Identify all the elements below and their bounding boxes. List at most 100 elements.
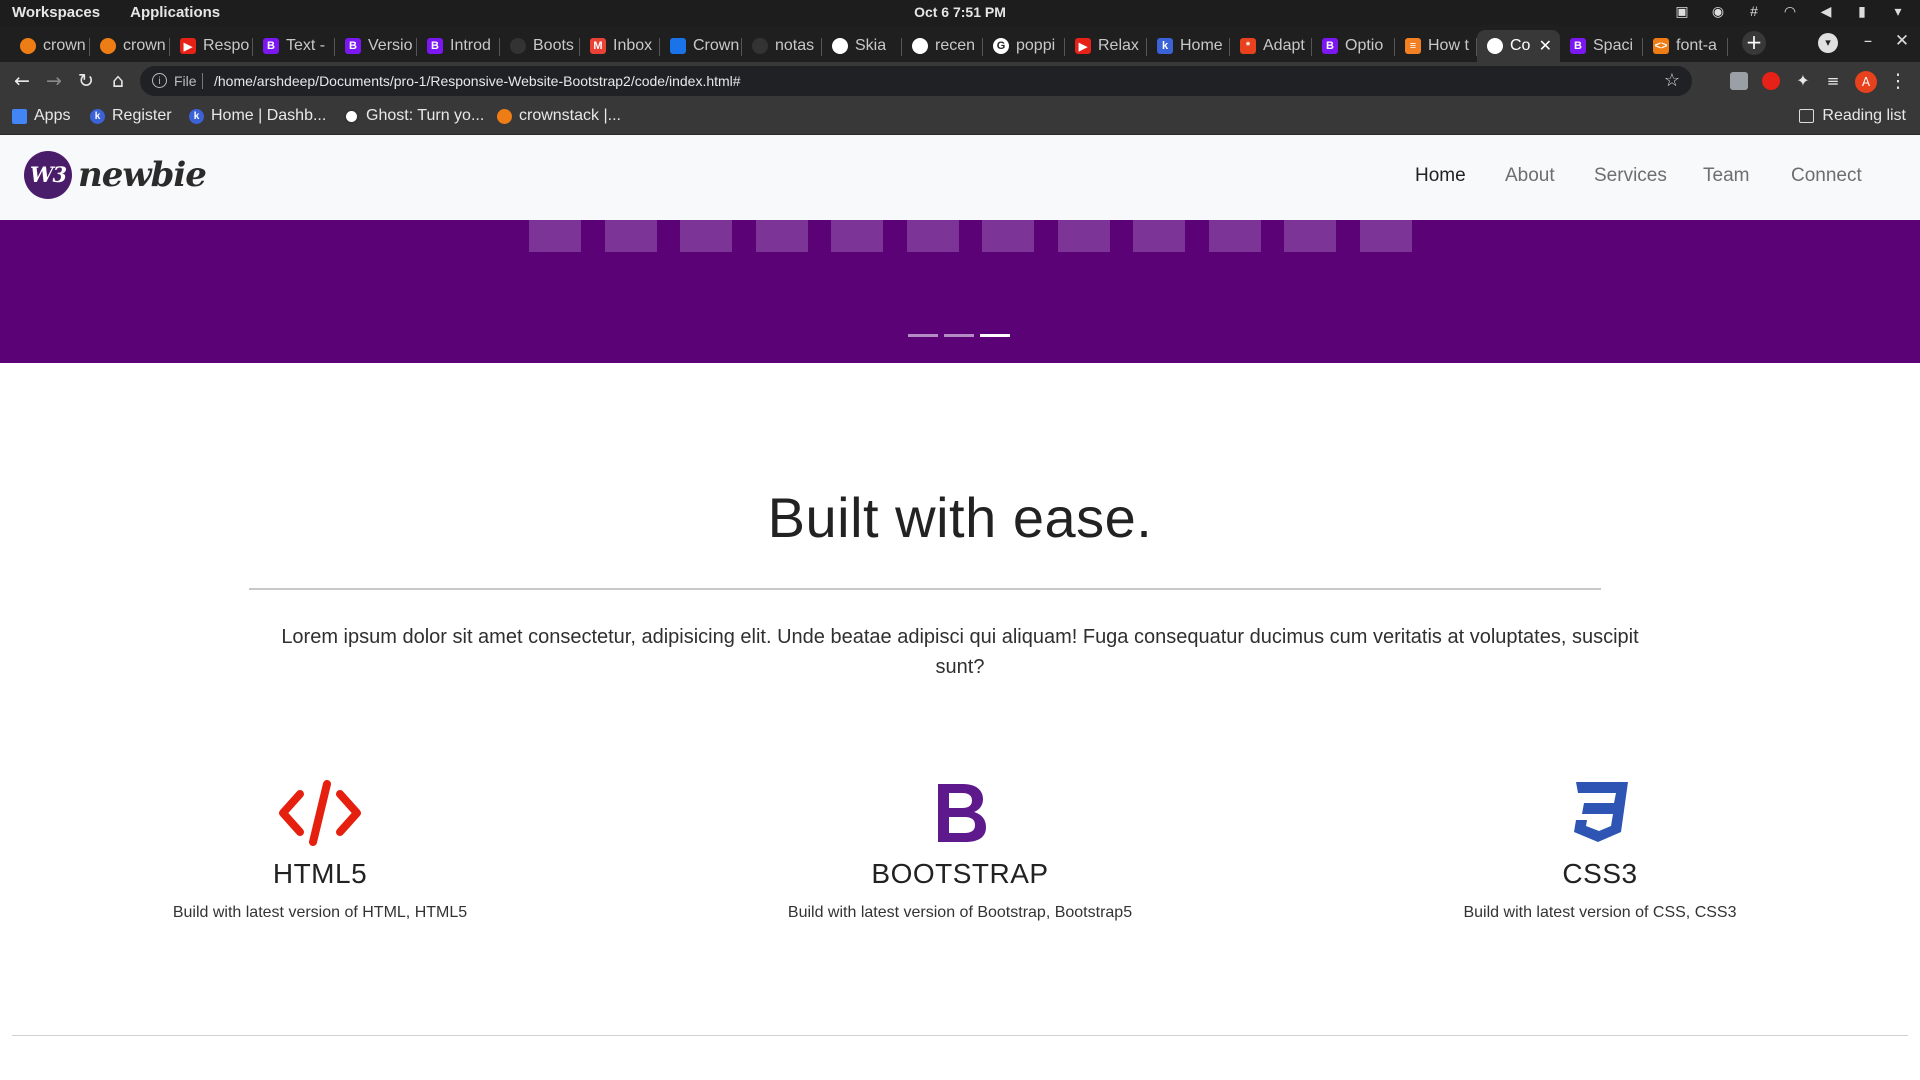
- hero-pattern-square: [1208, 220, 1261, 252]
- hero-pattern-square: [604, 220, 657, 252]
- browser-tab[interactable]: ▶ Relax: [1065, 30, 1147, 62]
- tab-title: Co: [1510, 37, 1531, 54]
- feature-card-html5: HTML5 Build with latest version of HTML,…: [100, 780, 540, 922]
- tab-title: Inbox: [613, 37, 653, 54]
- tab-active[interactable]: Co ✕: [1477, 30, 1560, 62]
- profile-avatar[interactable]: A: [1855, 71, 1877, 93]
- reload-icon[interactable]: ↻: [74, 69, 98, 93]
- browser-tab[interactable]: B Spaci: [1560, 30, 1643, 62]
- url-divider: [202, 73, 203, 89]
- close-window-icon[interactable]: ✕: [1892, 31, 1912, 51]
- url-text[interactable]: /home/arshdeep/Documents/pro-1/Responsiv…: [214, 73, 741, 89]
- volume-icon[interactable]: ◀: [1818, 3, 1834, 19]
- back-icon[interactable]: ←: [10, 69, 34, 93]
- battery-icon[interactable]: ▮: [1854, 3, 1870, 19]
- feature-divider: [249, 588, 1601, 590]
- site-logo[interactable]: W3 newbie: [24, 151, 207, 199]
- browser-tab[interactable]: crown: [90, 30, 170, 62]
- card-title: HTML5: [272, 858, 368, 889]
- new-tab-button[interactable]: +: [1742, 31, 1766, 55]
- nav-link-about[interactable]: About: [1505, 165, 1555, 187]
- browser-tab[interactable]: Gpoppi: [983, 30, 1065, 62]
- home-icon[interactable]: ⌂: [106, 69, 130, 93]
- bookmark-home-dashboard[interactable]: k Home | Dashb...: [189, 107, 326, 125]
- nav-link-services[interactable]: Services: [1594, 165, 1667, 187]
- bootstrap-icon: B: [263, 38, 279, 54]
- forward-icon[interactable]: →: [42, 69, 66, 93]
- feature-card-bootstrap: BOOTSTRAP Build with latest version of B…: [740, 780, 1180, 922]
- browser-tab[interactable]: crown: [10, 30, 90, 62]
- hero-pattern-square: [680, 220, 732, 252]
- browser-toolbar: ← → ↻ ⌂ i File /home/arshdeep/Documents/…: [0, 62, 1920, 100]
- bookmarks-bar: Apps k Register k Home | Dashb... Ghost:…: [0, 100, 1920, 135]
- globe-icon: [912, 38, 928, 54]
- address-bar[interactable]: i File /home/arshdeep/Documents/pro-1/Re…: [140, 66, 1692, 96]
- logo-text: newbie: [78, 155, 207, 195]
- tab-title: poppi: [1016, 37, 1056, 54]
- section-divider: [12, 1035, 1908, 1036]
- bootstrap-icon: B: [1322, 38, 1338, 54]
- browser-tab[interactable]: B Text -: [253, 30, 335, 62]
- browser-tab[interactable]: M Inbox: [580, 30, 660, 62]
- tab-title: crown: [123, 37, 166, 54]
- puzzle-icon[interactable]: ✦: [1794, 72, 1812, 90]
- globe-icon: [832, 38, 848, 54]
- bookmark-label: Register: [112, 107, 172, 124]
- tab-title: Skia: [855, 37, 887, 54]
- browser-tab[interactable]: B Optio: [1312, 30, 1395, 62]
- browser-tab[interactable]: Crown: [660, 30, 742, 62]
- more-menu-icon[interactable]: ⋮: [1886, 69, 1910, 93]
- nav-link-team[interactable]: Team: [1703, 165, 1749, 187]
- extension-red-icon[interactable]: [1762, 72, 1780, 90]
- chevron-down-icon[interactable]: ▾: [1890, 3, 1906, 19]
- browser-tab[interactable]: B Introd: [417, 30, 500, 62]
- browser-tab[interactable]: ≡ How t: [1395, 30, 1477, 62]
- browser-tab[interactable]: notas: [742, 30, 822, 62]
- github-icon: [510, 38, 526, 54]
- bookmark-register[interactable]: k Register: [90, 107, 172, 125]
- info-icon[interactable]: i: [152, 73, 167, 88]
- tab-title: Text -: [286, 37, 326, 54]
- carousel-indicator-2[interactable]: [944, 334, 974, 337]
- tab-title: crown: [43, 37, 86, 54]
- clock[interactable]: Oct 6 7:51 PM: [0, 4, 1920, 20]
- tab-search-button[interactable]: ▾: [1818, 33, 1838, 53]
- tab-title: Adapt: [1263, 37, 1305, 54]
- browser-tab[interactable]: <> font-a: [1643, 30, 1728, 62]
- extension-icon[interactable]: [1730, 72, 1748, 90]
- bookmark-crownstack[interactable]: crownstack |...: [497, 107, 621, 125]
- tab-title: How t: [1428, 37, 1469, 54]
- feature-card-css3: CSS3 Build with latest version of CSS, C…: [1380, 780, 1820, 922]
- hero-pattern-square: [1359, 220, 1412, 252]
- nav-link-connect[interactable]: Connect: [1791, 165, 1862, 187]
- feature-heading: Built with ease.: [767, 486, 1153, 549]
- minimize-icon[interactable]: –: [1858, 31, 1878, 51]
- reading-list-button[interactable]: Reading list: [1799, 107, 1906, 125]
- browser-tab[interactable]: k Home: [1147, 30, 1230, 62]
- close-tab-icon[interactable]: ✕: [1539, 36, 1552, 56]
- carousel-indicator-1[interactable]: [908, 334, 938, 337]
- browser-tab[interactable]: recen: [902, 30, 983, 62]
- stackoverflow-icon: ≡: [1405, 38, 1421, 54]
- card-text: Build with latest version of HTML, HTML5: [172, 904, 468, 921]
- feature-description: Lorem ipsum dolor sit amet consectetur, …: [281, 626, 1639, 678]
- carousel-indicator-3[interactable]: [980, 334, 1010, 337]
- bookmark-star-icon[interactable]: ☆: [1664, 70, 1680, 91]
- browser-tab[interactable]: Boots: [500, 30, 580, 62]
- globe-icon: [1487, 38, 1503, 54]
- browser-tab[interactable]: B Versio: [335, 30, 417, 62]
- browser-tab[interactable]: Skia: [822, 30, 902, 62]
- slack-icon[interactable]: #: [1746, 3, 1762, 19]
- k-icon: k: [90, 108, 105, 124]
- nav-link-home[interactable]: Home: [1415, 165, 1466, 187]
- screen-icon[interactable]: ▣: [1674, 3, 1690, 19]
- bookmark-ghost[interactable]: Ghost: Turn yo...: [344, 107, 484, 125]
- os-top-bar: Workspaces Applications Oct 6 7:51 PM ▣ …: [0, 0, 1920, 25]
- browser-tab[interactable]: ▶ Respo: [170, 30, 253, 62]
- calendar-icon: [670, 38, 686, 54]
- wifi-icon[interactable]: ◠: [1782, 3, 1798, 19]
- browser-tab[interactable]: * Adapt: [1230, 30, 1312, 62]
- discord-icon[interactable]: ◉: [1710, 3, 1726, 19]
- bookmark-apps[interactable]: Apps: [12, 107, 70, 125]
- media-queue-icon[interactable]: ≡: [1824, 72, 1842, 90]
